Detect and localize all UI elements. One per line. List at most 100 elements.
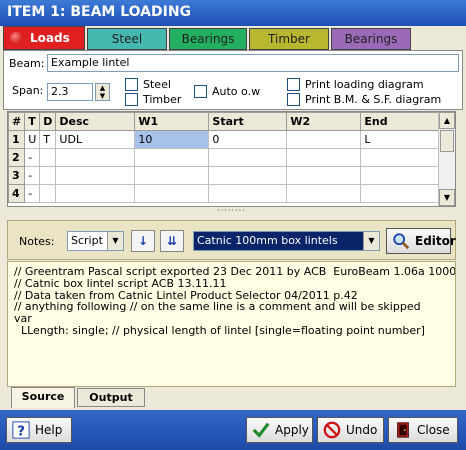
cell-desc[interactable] [55,166,136,185]
cell-t[interactable]: U [24,130,41,149]
help-button[interactable]: ? Help [6,417,72,443]
cell-start[interactable] [208,148,288,167]
close-button[interactable]: Close [388,417,458,443]
cell-t[interactable]: - [24,148,41,167]
tab-strip: Loads Steel Bearings Timber Bearings [3,26,463,50]
cell-w1[interactable]: 10 [134,130,210,149]
script-line: // Catnic box lintel script ACB 13.11.11 [14,276,227,290]
tab-source-label: Source [21,390,65,403]
scroll-up-icon[interactable]: ▲ [439,112,455,129]
auto-ow-label: Auto o.w [212,85,261,98]
table-row[interactable]: 4 - [8,184,448,203]
cell-desc[interactable] [55,148,136,167]
table-row[interactable]: 3 - [8,166,448,185]
apply-button[interactable]: Apply [246,417,313,443]
steel-checkbox[interactable] [125,78,138,91]
apply-button-label: Apply [275,423,309,437]
script-line: LLength: single; // physical length of l… [14,323,425,337]
auto-ow-checkbox[interactable] [194,85,207,98]
cell-w2[interactable] [286,166,362,185]
row-number: 3 [8,166,26,185]
window-title: ITEM 1: BEAM LOADING [0,0,466,26]
record-icon [10,32,22,44]
table-row[interactable]: 1 U T UDL 10 0 L [8,130,448,149]
beam-loading-window: ITEM 1: BEAM LOADING Loads Steel Bearing… [0,0,466,450]
cell-desc[interactable] [55,184,136,203]
spinner-down-icon[interactable]: ▼ [96,92,109,100]
splitter-handle[interactable]: ········ [7,207,456,215]
tab-bearings-2-label: Bearings [344,32,398,46]
col-header-t: T [24,112,41,131]
svg-text:?: ? [17,423,25,439]
footer-bar: ? Help Apply Undo Close [0,410,466,450]
cell-end[interactable] [360,148,448,167]
cell-desc[interactable]: UDL [55,130,136,149]
cell-start[interactable]: 0 [208,130,288,149]
spinner-up-icon[interactable]: ▲ [96,84,109,92]
col-header-w1: W1 [134,112,210,131]
beam-name-input[interactable]: Example lintel [47,54,459,72]
chevron-down-icon[interactable]: ▼ [363,232,379,250]
col-header-desc: Desc [55,112,136,131]
notes-label: Notes: [19,235,55,248]
span-input[interactable]: 2.3 [47,83,93,101]
cell-t[interactable]: - [24,184,41,203]
span-spinner[interactable]: ▲ ▼ [95,83,110,101]
steel-checkbox-label: Steel [143,78,171,91]
tab-output[interactable]: Output [77,388,145,407]
grid-vertical-scrollbar[interactable]: ▲ ▼ [438,112,455,206]
cell-end[interactable]: L [360,130,448,149]
cell-w1[interactable] [134,166,210,185]
help-button-label: Help [35,423,63,437]
print-loading-label: Print loading diagram [305,78,424,91]
print-bm-checkbox[interactable] [287,93,300,106]
cell-d[interactable] [39,148,57,167]
notes-type-select[interactable]: Script ▼ [67,231,124,251]
move-bottom-button[interactable]: ⇊ [160,230,184,252]
cell-d[interactable] [39,166,57,185]
question-icon: ? [12,421,30,439]
arrow-down-icon: ↓ [137,234,149,248]
cell-start[interactable] [208,166,288,185]
tab-loads[interactable]: Loads [3,26,85,50]
cell-end[interactable] [360,184,448,203]
cell-w2[interactable] [286,184,362,203]
cell-t[interactable]: - [24,166,41,185]
tab-steel[interactable]: Steel [87,28,167,50]
table-row[interactable]: 2 - [8,148,448,167]
cell-w1[interactable] [134,148,210,167]
script-line: // anything following // on the same lin… [14,300,421,314]
print-loading-checkbox[interactable] [287,78,300,91]
col-header-end: End [360,112,448,131]
tab-bearings[interactable]: Bearings [169,28,247,50]
undo-button[interactable]: Undo [317,417,384,443]
script-select[interactable]: Catnic 100mm box lintels ▼ [193,231,380,251]
move-down-button[interactable]: ↓ [131,230,155,252]
cell-end[interactable] [360,166,448,185]
timber-checkbox[interactable] [125,93,138,106]
tab-timber[interactable]: Timber [249,28,329,50]
cell-w1[interactable] [134,184,210,203]
chevron-down-icon[interactable]: ▼ [107,232,123,250]
row-number: 2 [8,148,26,167]
loads-table: # T D Desc W1 Start W2 End 1 U T UDL 10 … [8,112,448,203]
row-number: 4 [8,184,26,203]
tab-bearings-2[interactable]: Bearings [331,28,411,50]
row-number: 1 [8,130,26,149]
editor-button[interactable]: Editor [386,228,456,254]
scroll-down-icon[interactable]: ▼ [439,189,455,206]
cell-w2[interactable] [286,130,362,149]
notes-toolbar: Notes: Script ▼ ↓ ⇊ Catnic 100mm box lin… [7,220,456,260]
cell-d[interactable]: T [39,130,57,149]
col-header-start: Start [208,112,288,131]
table-header-row: # T D Desc W1 Start W2 End [8,112,448,131]
col-header-w2: W2 [286,112,362,131]
timber-checkbox-label: Timber [143,93,182,106]
tab-source[interactable]: Source [11,387,75,408]
script-editor[interactable]: // Greentram Pascal script exported 23 D… [7,261,456,387]
cell-d[interactable] [39,184,57,203]
tab-steel-label: Steel [111,32,143,46]
cell-start[interactable] [208,184,288,203]
cell-w2[interactable] [286,148,362,167]
scroll-thumb[interactable] [440,130,454,152]
